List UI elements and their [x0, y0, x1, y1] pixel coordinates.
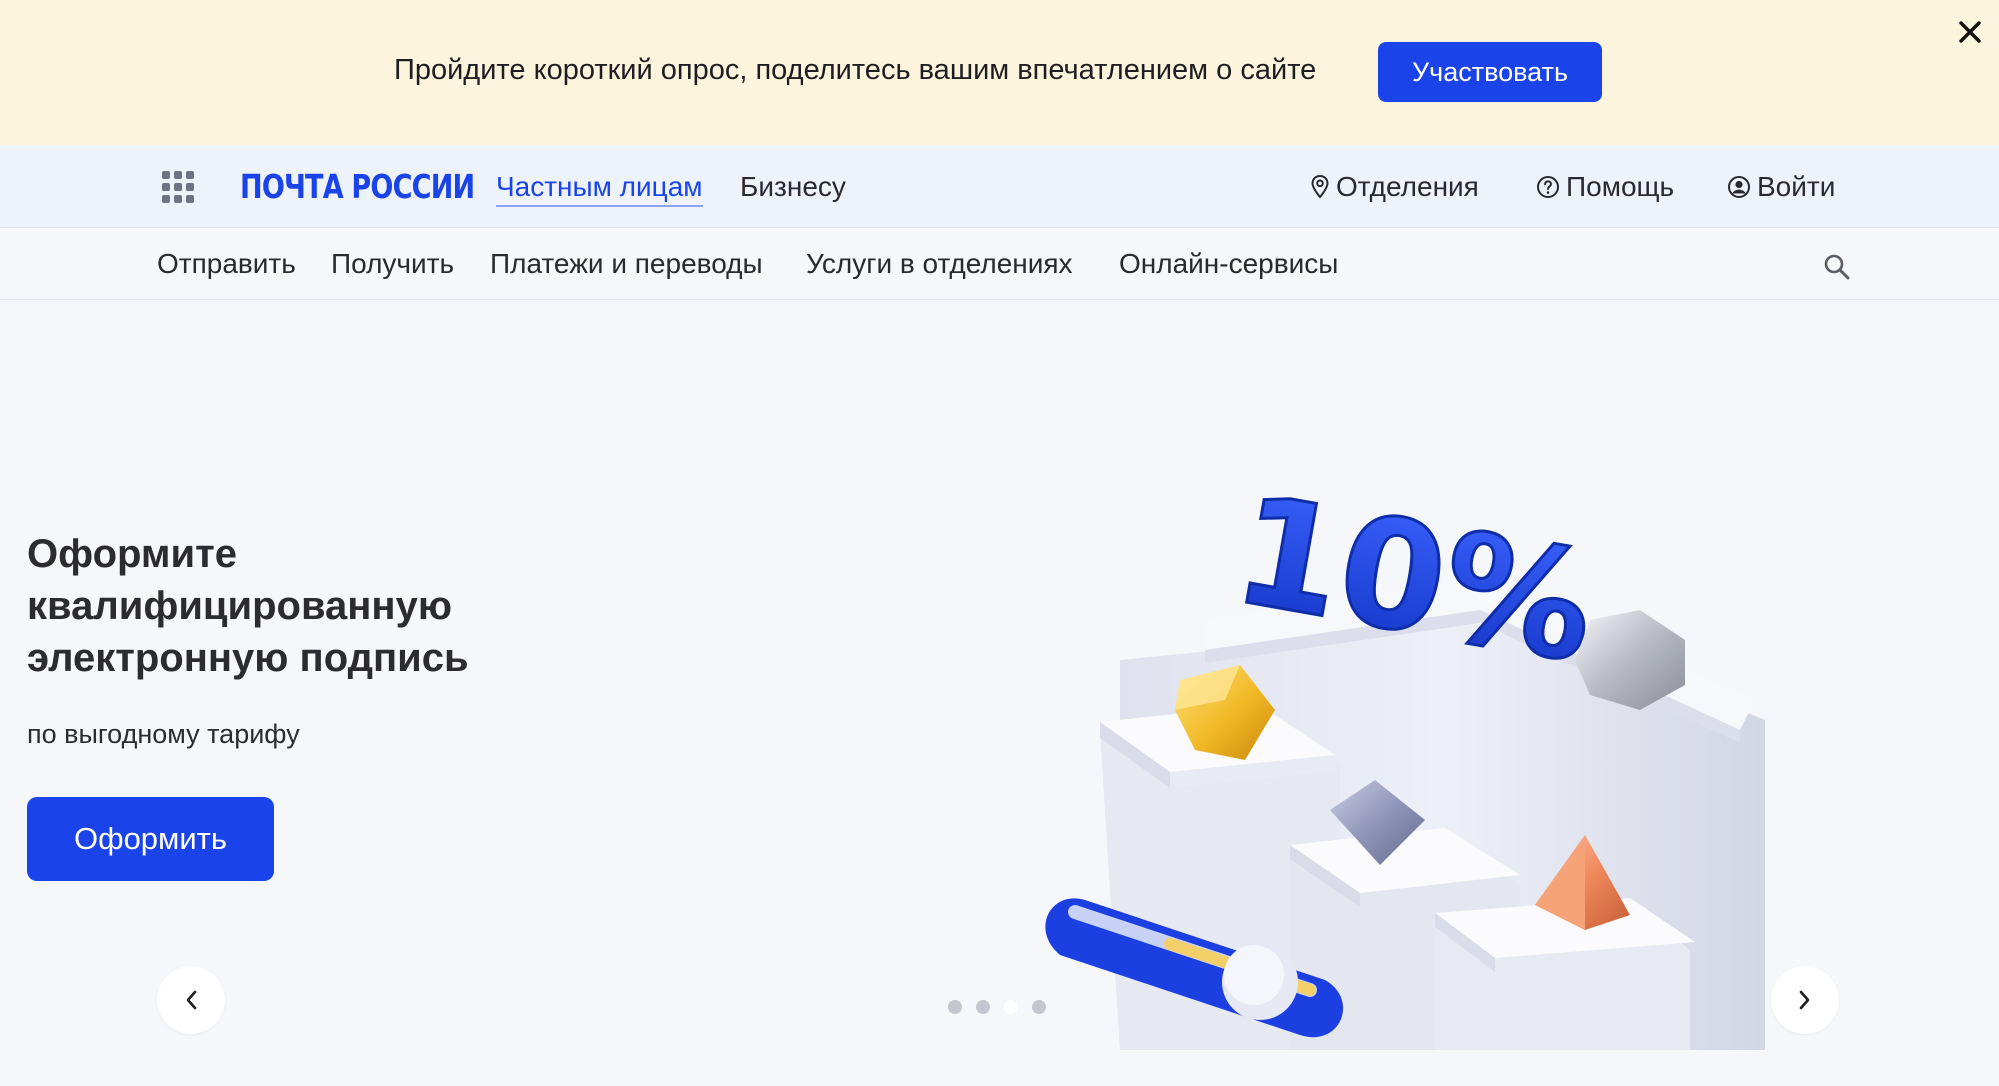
login-link[interactable]: Войти: [1727, 171, 1835, 203]
hero-banner: Оформите квалифицированную электронную п…: [0, 300, 1999, 1086]
subnav-send[interactable]: Отправить: [157, 248, 296, 280]
site-logo[interactable]: ПОЧТА РОССИИ: [240, 167, 475, 206]
hero-title: Оформите квалифицированную электронную п…: [27, 532, 469, 680]
survey-text: Пройдите короткий опрос, поделитесь ваши…: [394, 54, 1317, 86]
site-header: ПОЧТА РОССИИ Частным лицам Бизнесу Отдел…: [0, 145, 1999, 227]
subnav-online-services[interactable]: Онлайн-сервисы: [1119, 248, 1338, 280]
offices-label: Отделения: [1336, 171, 1479, 202]
subnav-payments[interactable]: Платежи и переводы: [490, 248, 763, 280]
help-label: Помощь: [1566, 171, 1675, 202]
carousel-prev-button[interactable]: [157, 966, 225, 1034]
user-circle-icon: [1728, 176, 1750, 198]
carousel-dot[interactable]: [1032, 1000, 1046, 1014]
help-link[interactable]: Помощь: [1536, 171, 1674, 203]
nav-business[interactable]: Бизнесу: [740, 171, 846, 203]
help-circle-icon: [1537, 176, 1559, 198]
chevron-right-icon: [1799, 990, 1810, 1010]
subnav-office-services[interactable]: Услуги в отделениях: [806, 248, 1073, 280]
subnav-receive[interactable]: Получить: [331, 248, 454, 280]
sub-navigation: Отправить Получить Платежи и переводы Ус…: [0, 227, 1999, 300]
carousel-dot[interactable]: [976, 1000, 990, 1014]
location-pin-icon: [1311, 174, 1329, 199]
nav-private-persons[interactable]: Частным лицам: [496, 171, 703, 207]
login-label: Войти: [1757, 171, 1836, 202]
search-icon[interactable]: [1822, 252, 1852, 282]
chevron-left-icon: [186, 990, 197, 1010]
offices-link[interactable]: Отделения: [1310, 171, 1479, 203]
apps-grid-icon[interactable]: [162, 171, 194, 203]
hero-illustration: 10%: [1045, 462, 1765, 1050]
carousel-dot-active[interactable]: [1004, 1000, 1018, 1014]
hero-apply-button[interactable]: Оформить: [27, 797, 274, 881]
carousel-dot[interactable]: [948, 1000, 962, 1014]
carousel-next-button[interactable]: [1771, 966, 1839, 1034]
survey-banner: Пройдите короткий опрос, поделитесь ваши…: [0, 0, 1999, 145]
close-icon[interactable]: [1952, 14, 1988, 50]
hero-subtitle: по выгодному тарифу: [27, 719, 300, 749]
survey-participate-button[interactable]: Участвовать: [1378, 42, 1602, 102]
carousel-dots: [948, 1000, 1046, 1014]
